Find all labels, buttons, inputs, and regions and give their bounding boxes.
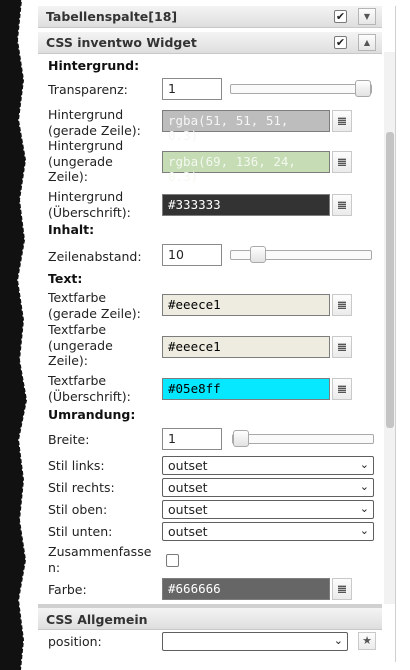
tc-odd-label-line2: (ungerade [48, 337, 113, 353]
stil-links-value: outset [168, 458, 208, 473]
chevron-down-icon: ⌄ [359, 502, 369, 515]
transparenz-input[interactable]: 1 [162, 78, 222, 100]
inventwo-widget-header[interactable]: CSS inventwo Widget ✔ ▲ [38, 32, 382, 54]
css-allgemein-header[interactable]: CSS Allgemein [38, 604, 382, 630]
chevron-down-icon[interactable]: ▼ [358, 8, 376, 25]
stil-rechts-select[interactable]: outset ⌄ [162, 478, 374, 497]
inventwo-widget-checkbox[interactable]: ✔ [334, 36, 347, 49]
slider-thumb[interactable] [249, 246, 266, 263]
tc-odd-label-line1: Textfarbe [48, 322, 107, 337]
breite-label: Breite: [48, 432, 90, 447]
stil-oben-label: Stil oben: [48, 502, 108, 517]
tc-head-label-line2: (Überschrift): [48, 388, 131, 404]
tc-even-label-line2: (gerade Zeile): [48, 305, 141, 321]
transparenz-label: Transparenz: [48, 82, 128, 97]
tc-head-label-line1: Textfarbe [48, 373, 107, 388]
bg-head-label-line1: Hintergrund [48, 189, 124, 204]
stil-links-label: Stil links: [48, 458, 105, 473]
bg-odd-color-input[interactable]: rgba(69, 136, 24, 0.3) [162, 151, 330, 184]
section-inhalt: Inhalt: [48, 222, 95, 237]
farbe-label: Farbe: [48, 582, 87, 597]
bg-even-label-line2: (gerade Zeile): [48, 122, 141, 138]
star-icon[interactable]: ★ [358, 632, 376, 650]
breite-input[interactable]: 1 [162, 428, 222, 450]
tc-head-label: Textfarbe (Überschrift): [48, 373, 131, 404]
tabellenspalte-checkbox[interactable]: ✔ [334, 10, 347, 23]
tc-odd-color-input[interactable]: #eeece1 [162, 336, 330, 358]
farbe-picker-button[interactable] [332, 578, 352, 600]
breite-slider[interactable] [232, 430, 374, 447]
tc-odd-picker-button[interactable] [332, 336, 352, 358]
bg-head-label-line2: (Überschrift): [48, 204, 131, 220]
bg-even-label: Hintergrund (gerade Zeile): [48, 107, 141, 138]
palette-icon [338, 201, 346, 209]
properties-panel: Tabellenspalte[18] ✔ ▼ CSS inventwo Widg… [38, 6, 396, 662]
bg-odd-label-line3: Zeile): [48, 169, 88, 184]
tc-even-color-input[interactable]: #eeece1 [162, 294, 330, 316]
zeilenabstand-slider[interactable] [230, 246, 372, 263]
bg-head-picker-button[interactable] [332, 194, 352, 216]
bg-odd-label-line2: (ungerade [48, 153, 113, 169]
stil-rechts-label: Stil rechts: [48, 480, 115, 495]
tc-even-label: Textfarbe (gerade Zeile): [48, 290, 141, 321]
palette-icon [338, 301, 346, 309]
farbe-color-input[interactable]: #666666 [162, 578, 330, 600]
stil-links-select[interactable]: outset ⌄ [162, 456, 374, 475]
zusammenfassen-label: Zusammenfasse n: [48, 544, 151, 575]
tc-odd-label: Textfarbe (ungerade Zeile): [48, 322, 113, 369]
bg-even-picker-button[interactable] [332, 110, 352, 132]
tabellenspalte-title: Tabellenspalte[18] [46, 9, 178, 24]
chevron-up-icon[interactable]: ▲ [358, 34, 376, 51]
zusammenfassen-checkbox[interactable] [166, 554, 179, 567]
zeilenabstand-label: Zeilenabstand: [48, 249, 142, 264]
palette-icon [338, 385, 346, 393]
position-label: position: [48, 634, 102, 649]
zusammenfassen-label-line2: n: [48, 559, 61, 575]
stil-unten-value: outset [168, 524, 208, 539]
tc-odd-label-line3: Zeile): [48, 353, 88, 368]
slider-thumb[interactable] [233, 430, 249, 447]
bg-odd-label-line1: Hintergrund [48, 138, 124, 153]
section-umrandung: Umrandung: [48, 407, 136, 422]
torn-paper-edge [0, 0, 28, 670]
tc-head-color-input[interactable]: #05e8ff [162, 378, 330, 400]
palette-icon [338, 158, 346, 166]
position-select[interactable]: ⌄ [162, 632, 348, 651]
section-text: Text: [48, 271, 83, 286]
stil-oben-select[interactable]: outset ⌄ [162, 500, 374, 519]
stil-unten-select[interactable]: outset ⌄ [162, 522, 374, 541]
chevron-down-icon: ⌄ [359, 524, 369, 537]
chevron-down-icon: ⌄ [359, 480, 369, 493]
panel-scrollbar[interactable] [384, 52, 395, 604]
palette-icon [338, 343, 346, 351]
tc-even-picker-button[interactable] [332, 294, 352, 316]
css-allgemein-title: CSS Allgemein [46, 612, 148, 627]
zusammenfassen-label-line1: Zusammenfasse [48, 544, 152, 559]
stil-oben-value: outset [168, 502, 208, 517]
tc-head-picker-button[interactable] [332, 378, 352, 400]
bg-head-label: Hintergrund (Überschrift): [48, 189, 131, 220]
stil-unten-label: Stil unten: [48, 524, 113, 539]
scrollbar-thumb[interactable] [386, 132, 394, 428]
chevron-down-icon: ⌄ [359, 458, 369, 471]
tabellenspalte-header[interactable]: Tabellenspalte[18] ✔ ▼ [38, 6, 382, 28]
palette-icon [338, 585, 346, 593]
tc-even-label-line1: Textfarbe [48, 290, 107, 305]
inventwo-widget-title: CSS inventwo Widget [46, 35, 197, 50]
slider-thumb[interactable] [355, 80, 371, 97]
bg-odd-label: Hintergrund (ungerade Zeile): [48, 138, 123, 185]
bg-head-color-input[interactable]: #333333 [162, 194, 330, 216]
chevron-down-icon: ⌄ [333, 634, 343, 647]
zeilenabstand-input[interactable]: 10 [162, 244, 222, 266]
transparenz-slider[interactable] [230, 80, 372, 97]
section-hintergrund: Hintergrund: [48, 58, 140, 73]
palette-icon [338, 117, 346, 125]
bg-even-color-input[interactable]: rgba(51, 51, 51, 0.3) [162, 110, 330, 143]
bg-even-label-line1: Hintergrund [48, 107, 124, 122]
stil-rechts-value: outset [168, 480, 208, 495]
bg-odd-picker-button[interactable] [332, 151, 352, 173]
